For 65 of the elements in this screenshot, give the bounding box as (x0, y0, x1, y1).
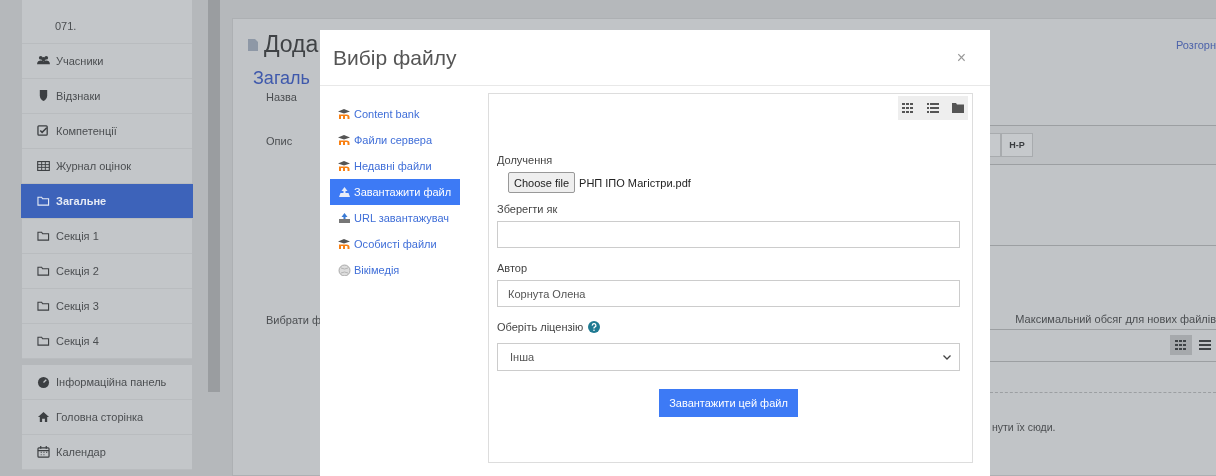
repository-link[interactable]: Недавні файли (330, 153, 460, 179)
checkbox-icon (37, 125, 50, 137)
shield-icon (37, 90, 50, 102)
folder-icon (37, 230, 50, 242)
sidebar-item[interactable]: Головна сторінка (22, 400, 192, 435)
field-label: Опис (266, 134, 293, 147)
mortarboard-icon (338, 134, 351, 146)
folder-icon[interactable] (952, 103, 964, 113)
close-button[interactable]: × (952, 48, 970, 67)
folder-icon (37, 195, 50, 207)
grid-view-icon[interactable] (902, 103, 914, 113)
sidebar-item[interactable]: Інформаційна панель (22, 365, 192, 400)
repository-link[interactable]: Особисті файли (330, 231, 460, 257)
sidebar-item[interactable]: Секція 3 (22, 289, 192, 324)
author-field[interactable]: Корнута Олена (497, 280, 960, 307)
sidebar-item[interactable]: Секція 4 (22, 324, 192, 359)
repository-link[interactable]: URL завантажувач (330, 205, 460, 231)
folder-icon (37, 265, 50, 277)
globe-icon (338, 264, 351, 276)
folder-icon (37, 335, 50, 347)
sidebar-item[interactable]: Відзнаки (22, 79, 192, 114)
upload-icon (338, 186, 351, 198)
download-tray-icon (338, 212, 351, 224)
sidebar-item[interactable]: Секція 2 (22, 254, 192, 289)
calendar-icon (37, 446, 50, 458)
field-label: Автор (497, 262, 529, 274)
sidebar-item[interactable]: Загальне (21, 184, 193, 219)
folder-icon (37, 300, 50, 312)
field-label: Оберіть ліцензію (497, 321, 584, 333)
upload-button[interactable]: Завантажити цей файл (659, 389, 798, 417)
list-view-icon[interactable] (927, 103, 939, 113)
drop-hint: нути їх сюди. (992, 421, 1057, 433)
license-select[interactable]: Інша (497, 343, 960, 371)
page-title: Дода (264, 31, 319, 58)
html-button[interactable]: Н-Р (1001, 133, 1033, 157)
sidebar-item[interactable]: Секція 1 (22, 219, 192, 254)
field-label: Зберегти як (497, 203, 559, 215)
choose-file-button[interactable]: Choose file (508, 172, 576, 193)
sidebar-item[interactable]: 071. (22, 0, 192, 44)
field-label: Долучення (497, 154, 554, 166)
field-label: Назва (266, 91, 297, 103)
sidebar-item[interactable]: Компетенції (22, 114, 192, 149)
gauge-icon (37, 376, 50, 388)
mortarboard-icon (338, 160, 351, 172)
sidebar-item[interactable]: Учасники (22, 44, 192, 79)
repository-link[interactable]: Завантажити файл (330, 179, 460, 205)
scrollbar[interactable] (208, 0, 220, 392)
help-icon[interactable] (588, 321, 601, 333)
house-icon (37, 411, 50, 423)
section-toggle[interactable]: Загаль (253, 68, 310, 88)
document-icon (248, 38, 258, 51)
repository-link[interactable]: Файли сервера (330, 127, 460, 153)
mortarboard-icon (338, 238, 351, 250)
chosen-file-name: РНП ІПО Магістри.pdf (579, 176, 691, 189)
expand-link[interactable]: Розгорн (1166, 38, 1216, 51)
caret-icon (943, 354, 951, 360)
sidebar-item[interactable]: Календар (22, 435, 192, 470)
repository-link[interactable]: Content bank (330, 101, 460, 127)
people-icon (37, 55, 50, 67)
mortarboard-icon (338, 108, 351, 120)
dialog-title: Вибір файлу (333, 45, 457, 70)
repository-link[interactable]: Вікімедія (330, 257, 460, 283)
table-icon (37, 160, 50, 172)
grid-view-icon[interactable] (1170, 335, 1192, 355)
save-as-field[interactable] (497, 221, 960, 248)
